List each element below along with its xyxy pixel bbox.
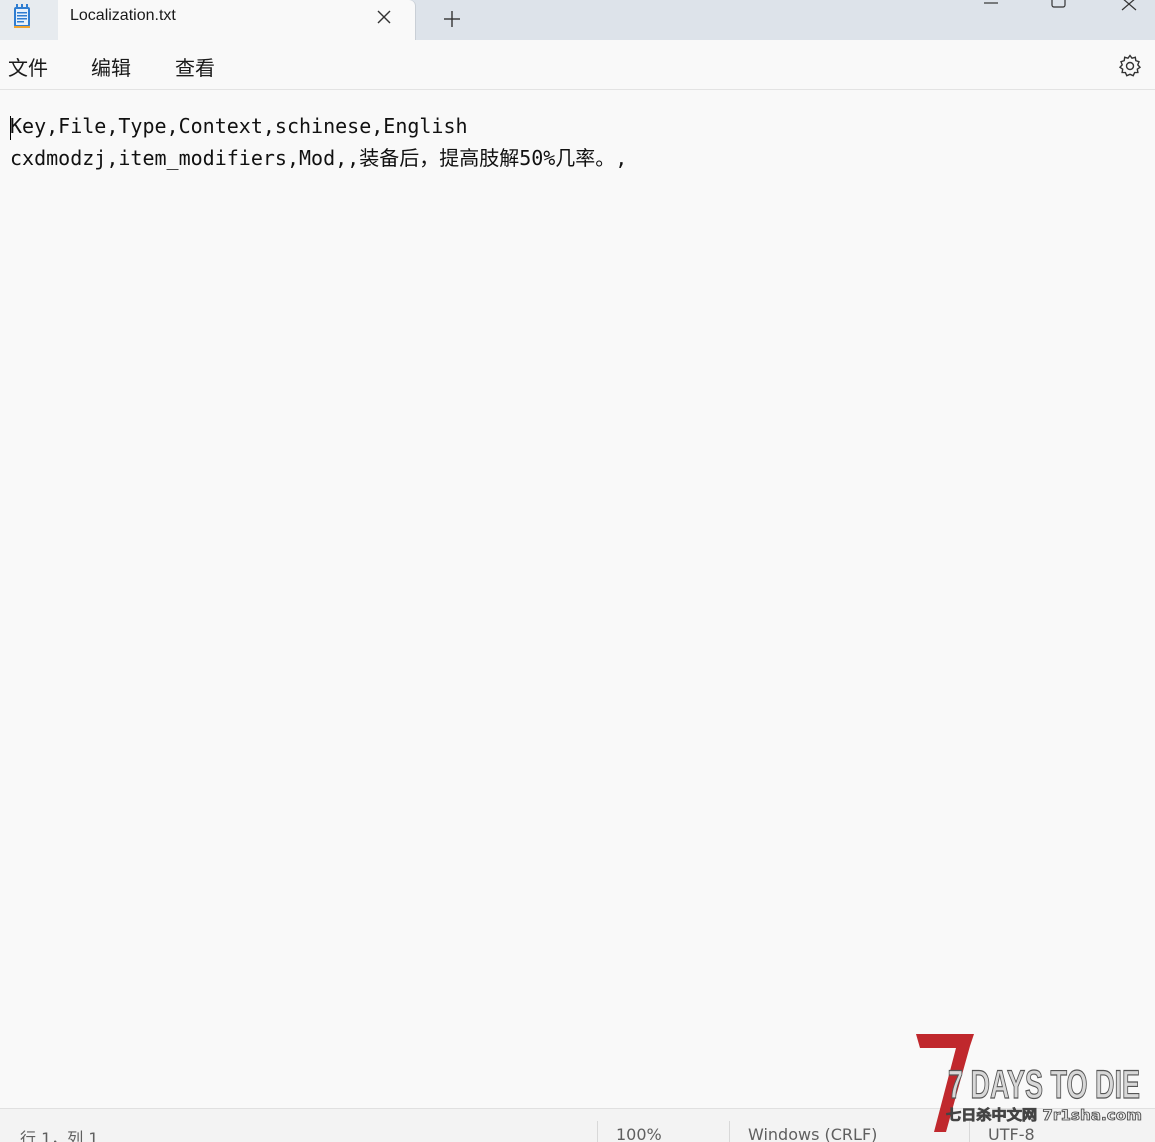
menu-bar: 文件 编辑 查看 bbox=[0, 40, 1155, 90]
close-window-icon[interactable] bbox=[1106, 0, 1152, 14]
line-ending[interactable]: Windows (CRLF) bbox=[748, 1125, 877, 1142]
menu-edit[interactable]: 编辑 bbox=[91, 52, 131, 81]
status-divider bbox=[597, 1121, 598, 1142]
editor-line-1: Key,File,Type,Context,schinese,English bbox=[10, 114, 468, 138]
editor-line-2: cxdmodzj,item_modifiers,Mod,,装备后，提高肢解50%… bbox=[10, 146, 628, 170]
watermark-logo-text: 7 DAYS TO DIE bbox=[948, 1063, 1140, 1107]
tab-title: Localization.txt bbox=[70, 7, 176, 24]
watermark-sub-text: 七日杀中文网 7r1sha.com bbox=[946, 1107, 1142, 1124]
new-tab-plus-icon[interactable] bbox=[430, 4, 474, 32]
text-editor[interactable]: Key,File,Type,Context,schinese,English c… bbox=[0, 90, 1155, 1108]
maximize-icon[interactable] bbox=[1036, 0, 1082, 14]
app-icon-area bbox=[0, 0, 58, 40]
settings-gear-icon[interactable] bbox=[1116, 52, 1144, 80]
tab-localization[interactable]: Localization.txt bbox=[58, 0, 415, 40]
zoom-level[interactable]: 100% bbox=[616, 1125, 662, 1142]
close-tab-icon[interactable] bbox=[373, 6, 395, 28]
7days-watermark-logo: 7 DAYS TO DIE 七日杀中文网 7r1sha.com bbox=[916, 1034, 1142, 1132]
notepad-icon bbox=[14, 4, 30, 28]
cursor-position: 行 1，列 1 bbox=[20, 1129, 99, 1142]
title-bar: Localization.txt bbox=[0, 0, 1155, 40]
status-divider bbox=[729, 1121, 730, 1142]
menu-view[interactable]: 查看 bbox=[175, 52, 215, 81]
minimize-icon[interactable] bbox=[968, 0, 1014, 14]
menu-file[interactable]: 文件 bbox=[8, 52, 48, 81]
notepad-window: Localization.txt 文件 编辑 查看 Key,File,Type,… bbox=[0, 0, 1155, 1142]
